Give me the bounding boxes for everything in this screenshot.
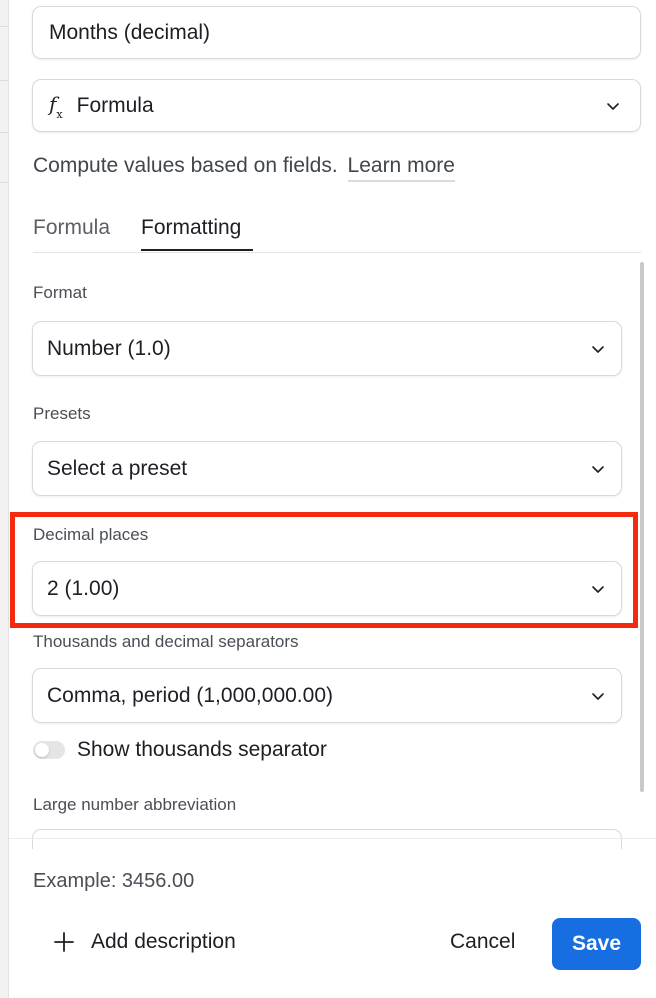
show-thousands-toggle[interactable] xyxy=(33,741,65,759)
format-select[interactable]: Number (1.0) xyxy=(32,321,622,376)
strip-divider xyxy=(0,182,8,183)
strip-divider xyxy=(0,80,8,81)
tab-formula[interactable]: Formula xyxy=(33,216,110,240)
add-description-label: Add description xyxy=(91,930,236,953)
strip-divider xyxy=(0,132,8,133)
learn-more-link[interactable]: Learn more xyxy=(347,154,455,182)
field-type-description: Compute values based on fields. Learn mo… xyxy=(33,154,455,182)
field-name-value: Months (decimal) xyxy=(49,20,211,44)
chevron-down-icon xyxy=(604,97,622,115)
separators-value: Comma, period (1,000,000.00) xyxy=(47,683,333,707)
active-tab-indicator xyxy=(141,249,253,251)
example-value: Example: 3456.00 xyxy=(33,870,195,892)
chevron-down-icon xyxy=(589,340,607,358)
format-value: Number (1.0) xyxy=(47,336,171,360)
scrollbar-thumb[interactable] xyxy=(640,262,644,792)
toggle-knob xyxy=(35,743,49,757)
show-thousands-label: Show thousands separator xyxy=(77,738,327,761)
large-number-select[interactable] xyxy=(32,829,622,849)
field-name-input[interactable]: Months (decimal) xyxy=(32,6,641,59)
description-text: Compute values based on fields. xyxy=(33,154,338,177)
field-config-panel: Months (decimal) fx Formula Compute valu… xyxy=(8,0,656,998)
tab-formatting[interactable]: Formatting xyxy=(141,216,241,240)
chevron-down-icon xyxy=(589,687,607,705)
formula-fx-icon: fx xyxy=(49,92,63,121)
field-type-label: Formula xyxy=(76,93,154,117)
footer-divider xyxy=(9,838,656,839)
large-number-label: Large number abbreviation xyxy=(33,795,237,814)
add-description-button[interactable]: Add description xyxy=(53,930,236,954)
strip-divider xyxy=(0,26,8,27)
show-thousands-row: Show thousands separator xyxy=(33,738,327,762)
separators-select[interactable]: Comma, period (1,000,000.00) xyxy=(32,668,622,723)
format-label: Format xyxy=(33,283,87,302)
presets-label: Presets xyxy=(33,404,91,423)
save-button[interactable]: Save xyxy=(552,918,641,970)
plus-icon xyxy=(54,932,74,952)
chevron-down-icon xyxy=(589,460,607,478)
separators-label: Thousands and decimal separators xyxy=(33,632,299,651)
highlight-box xyxy=(10,512,638,628)
cancel-button[interactable]: Cancel xyxy=(450,930,515,954)
presets-value: Select a preset xyxy=(47,456,188,480)
presets-select[interactable]: Select a preset xyxy=(32,441,622,496)
config-tabs: Formula Formatting xyxy=(33,216,641,253)
field-type-select[interactable]: fx Formula xyxy=(32,79,641,132)
background-strip xyxy=(0,0,8,998)
